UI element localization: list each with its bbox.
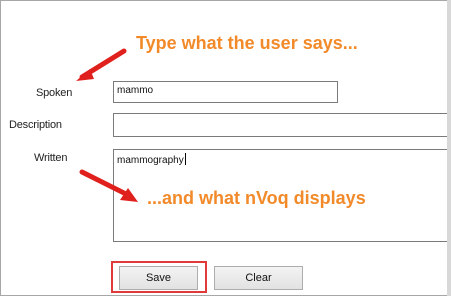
save-button[interactable]: Save [119, 266, 198, 290]
description-label: Description [9, 119, 62, 131]
annotation-arrow-bottom [79, 169, 138, 202]
description-input[interactable] [113, 113, 449, 137]
right-edge-divider [447, 0, 451, 296]
written-label: Written [34, 152, 68, 164]
text-caret [184, 153, 186, 165]
clear-button[interactable]: Clear [214, 266, 303, 290]
annotation-top-text: Type what the user says... [136, 33, 358, 53]
annotation-bottom-text: ...and what nVoq displays [147, 188, 366, 208]
written-textarea-value: mammography [117, 155, 184, 166]
annotation-arrow-top [76, 48, 127, 81]
spoken-input-value: mammo [117, 85, 154, 96]
spoken-input[interactable]: mammo [113, 81, 338, 103]
spoken-label: Spoken [36, 87, 73, 99]
